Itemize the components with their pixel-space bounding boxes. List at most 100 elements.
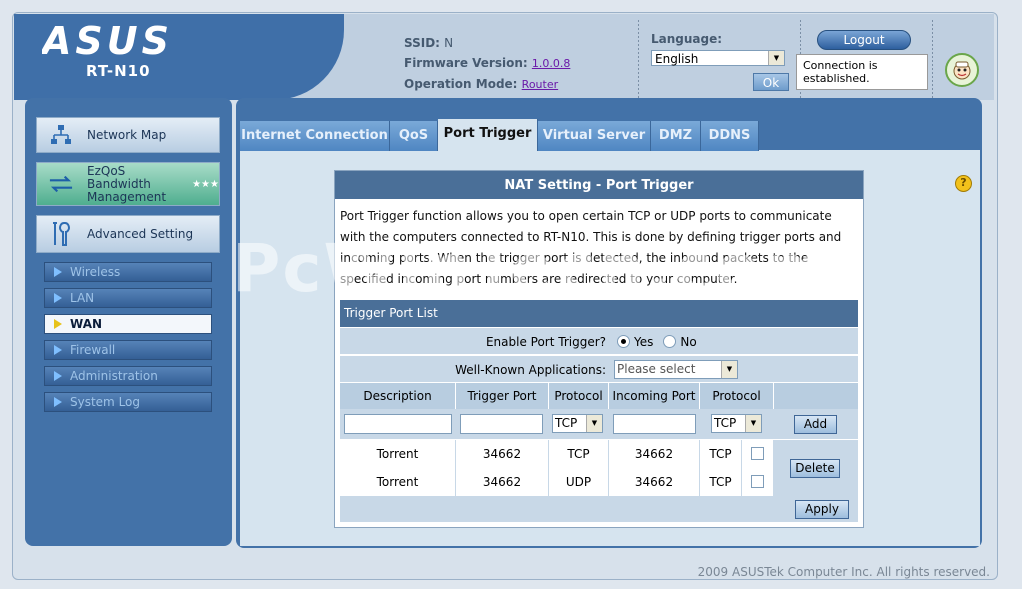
- col-description: Description: [340, 383, 456, 409]
- sidebar-item-wan[interactable]: WAN: [44, 314, 212, 334]
- row-select-cell: [742, 468, 774, 496]
- table-row: Torrent 34662 TCP 34662 TCP: [340, 440, 774, 469]
- trigger-port-input[interactable]: [460, 414, 543, 434]
- row-incoming-port: 34662: [609, 468, 700, 496]
- trigger-list-title: Trigger Port List: [340, 300, 858, 327]
- row-select-cell: [742, 440, 774, 468]
- sidebar-item-administration[interactable]: Administration: [44, 366, 212, 386]
- sidebar-item-label: EzQoS Bandwidth Management: [87, 163, 167, 204]
- tools-icon: [49, 222, 73, 246]
- tab-qos[interactable]: QoS: [390, 121, 438, 151]
- device-info: SSID: N Firmware Version: 1.0.0.8 Operat…: [404, 33, 570, 95]
- trigger-protocol-select[interactable]: TCP ▼: [552, 414, 603, 433]
- apps-placeholder: Please select: [617, 362, 696, 376]
- apply-row: [340, 496, 858, 522]
- sidebar-item-ezqos[interactable]: EzQoS Bandwidth Management ★★★: [36, 162, 220, 206]
- col-incoming-protocol: Protocol: [700, 383, 774, 409]
- language-label: Language:: [651, 32, 723, 46]
- enable-no-radio[interactable]: [663, 335, 677, 348]
- sidebar-item-system-log[interactable]: System Log: [44, 392, 212, 412]
- panel-title: NAT Setting - Port Trigger: [335, 171, 863, 199]
- arrow-right-icon: [54, 293, 62, 303]
- arrow-right-icon: [54, 345, 62, 355]
- enable-no-label: No: [680, 334, 697, 349]
- sidebar-item-label: Administration: [70, 369, 158, 383]
- bandwidth-icon: [49, 172, 73, 196]
- incoming-port-input[interactable]: [613, 414, 696, 434]
- row-protocol: TCP: [549, 440, 609, 468]
- delete-button[interactable]: Delete: [790, 459, 840, 478]
- asus-logo: ASUS: [42, 24, 169, 58]
- enable-yes-radio[interactable]: [617, 335, 630, 348]
- row-checkbox[interactable]: [751, 475, 764, 488]
- watermark: PcWinTech.com: [232, 230, 834, 307]
- operation-mode-link[interactable]: Router: [522, 78, 558, 91]
- well-known-apps-select[interactable]: Please select ▼: [614, 360, 738, 379]
- sidebar-item-label: WAN: [70, 317, 103, 331]
- avatar: [945, 53, 979, 87]
- connection-status: Connection is established.: [796, 54, 928, 90]
- sidebar-item-network-map[interactable]: Network Map: [36, 117, 220, 153]
- logout-button[interactable]: Logout: [817, 30, 911, 50]
- sidebar-item-label: Firewall: [70, 343, 116, 357]
- network-map-icon: [49, 123, 73, 147]
- firmware-label: Firmware Version:: [404, 56, 528, 70]
- col-actions: [774, 383, 858, 409]
- sidebar-item-label: System Log: [70, 395, 140, 409]
- arrow-right-icon: [54, 267, 62, 277]
- add-button[interactable]: Add: [794, 415, 837, 434]
- ssid-label: SSID:: [404, 36, 440, 50]
- arrow-right-icon: [54, 397, 62, 407]
- enable-label: Enable Port Trigger?: [485, 334, 606, 349]
- language-select[interactable]: English ▼: [651, 50, 785, 66]
- trigger-protocol-value: TCP: [555, 416, 578, 430]
- sidebar-item-wireless[interactable]: Wireless: [44, 262, 212, 282]
- row-incoming-protocol: TCP: [700, 468, 742, 496]
- table-row: Torrent 34662 UDP 34662 TCP: [340, 468, 774, 497]
- sidebar-item-label: LAN: [70, 291, 95, 305]
- doctor-icon: [953, 61, 971, 80]
- header-divider: [638, 20, 639, 98]
- sidebar-item-label: Network Map: [87, 127, 167, 142]
- header-divider: [932, 20, 933, 98]
- language-value: English: [655, 52, 699, 66]
- tab-dmz[interactable]: DMZ: [651, 121, 701, 151]
- chevron-down-icon[interactable]: ▼: [586, 415, 602, 432]
- sidebar-item-lan[interactable]: LAN: [44, 288, 212, 308]
- row-trigger-port: 34662: [456, 468, 549, 496]
- sidebar-item-advanced-setting[interactable]: Advanced Setting: [36, 215, 220, 253]
- sidebar-item-label: Advanced Setting: [87, 226, 194, 241]
- row-protocol: UDP: [549, 468, 609, 496]
- col-incoming-port: Incoming Port: [609, 383, 700, 409]
- stars-icon: ★★★: [192, 178, 219, 190]
- sidebar-item-label: Wireless: [70, 265, 121, 279]
- row-incoming-port: 34662: [609, 440, 700, 468]
- language-ok-button[interactable]: Ok: [753, 73, 789, 91]
- description-input[interactable]: [344, 414, 452, 434]
- tab-ddns[interactable]: DDNS: [701, 121, 759, 151]
- incoming-protocol-value: TCP: [714, 416, 737, 430]
- arrow-right-icon: [54, 319, 62, 329]
- tab-internet-connection[interactable]: Internet Connection: [240, 121, 390, 151]
- enable-options: Yes No: [617, 328, 697, 355]
- apply-button[interactable]: Apply: [795, 500, 849, 519]
- chevron-down-icon[interactable]: ▼: [745, 415, 761, 432]
- incoming-protocol-select[interactable]: TCP ▼: [711, 414, 762, 433]
- enable-yes-label: Yes: [634, 334, 654, 349]
- model-name: RT-N10: [86, 62, 151, 80]
- arrow-right-icon: [54, 371, 62, 381]
- chevron-down-icon[interactable]: ▼: [768, 51, 784, 65]
- firmware-link[interactable]: 1.0.0.8: [532, 57, 570, 70]
- help-icon[interactable]: ?: [955, 175, 972, 192]
- col-protocol: Protocol: [549, 383, 609, 409]
- row-incoming-protocol: TCP: [700, 440, 742, 468]
- chevron-down-icon[interactable]: ▼: [721, 361, 737, 378]
- apps-label: Well-Known Applications:: [455, 362, 606, 377]
- row-trigger-port: 34662: [456, 440, 549, 468]
- copyright: 2009 ASUSTek Computer Inc. All rights re…: [697, 565, 990, 579]
- tab-port-trigger[interactable]: Port Trigger: [438, 119, 538, 151]
- row-checkbox[interactable]: [751, 447, 764, 460]
- row-description: Torrent: [340, 440, 456, 468]
- sidebar-item-firewall[interactable]: Firewall: [44, 340, 212, 360]
- tab-virtual-server[interactable]: Virtual Server: [538, 121, 651, 151]
